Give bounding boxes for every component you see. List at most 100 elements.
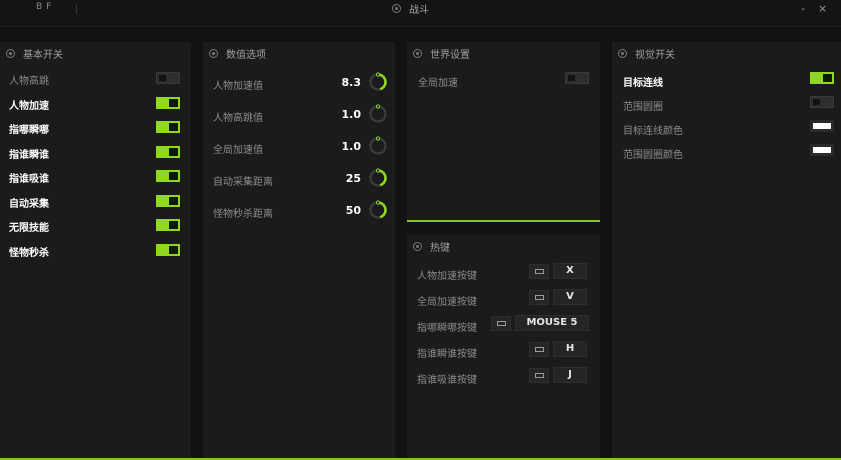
toggle-switch[interactable] (156, 145, 180, 158)
keyboard-icon[interactable] (529, 368, 549, 383)
visual-switches-panel: 视觉开关 目标连线范围圆圈目标连线颜色 范围圆圈颜色 (612, 42, 841, 460)
value-label: 全局加速值 (213, 145, 263, 156)
value-label: 人物高跳值 (213, 113, 263, 124)
value-label: 人物加速值 (213, 81, 263, 92)
visual-row[interactable]: 范围圆圈颜色 (612, 142, 841, 164)
knob-track (369, 105, 387, 123)
keyboard-glyph (534, 347, 544, 352)
knob-handle (375, 168, 381, 173)
hotkey-key-box[interactable]: H (553, 341, 587, 357)
value-options-panel: 数值选项 人物加速值 8.3 人物高跳值 1.0 全局加速值 1.0 自动采集距离 25 怪物秒… (203, 42, 395, 460)
switch-row[interactable]: 指哪瞬哪 (0, 117, 191, 139)
hotkey-row: 指谁瞬谁按键 H (407, 337, 600, 363)
panel-target-icon (413, 241, 422, 251)
visual-row[interactable]: 目标连线 (612, 70, 841, 92)
keyboard-glyph (534, 373, 544, 378)
panel-title: 基本开关 (23, 49, 63, 61)
value-row: 人物加速值 8.3 (203, 70, 395, 98)
keyboard-glyph (534, 269, 544, 274)
value-number: 8.3 (341, 76, 362, 89)
value-knob[interactable] (368, 104, 388, 124)
keyboard-icon[interactable] (529, 290, 549, 305)
minimize-button[interactable]: - (801, 2, 805, 15)
switch-row[interactable]: 指谁瞬谁 (0, 142, 191, 164)
panel-title: 视觉开关 (635, 49, 675, 61)
hotkey-label: 指谁瞬谁按键 (417, 349, 477, 360)
toggle-switch[interactable] (565, 72, 589, 84)
value-number: 1.0 (341, 140, 362, 153)
hotkey-label: 人物加速按键 (417, 271, 477, 282)
basic-switches-panel: 基本开关 人物高跳人物加速指哪瞬哪指谁瞬谁指谁吸谁自动采集无限技能怪物秒杀 (0, 42, 191, 460)
visual-label: 目标连线 (623, 78, 663, 89)
world-panel-accent-line (407, 220, 600, 222)
hotkey-row: 人物加速按键 X (407, 259, 600, 285)
switch-row[interactable]: 全局加速 (407, 70, 600, 92)
panel-header: 热键 (407, 235, 600, 257)
value-label: 怪物秒杀距离 (213, 209, 273, 220)
switch-row[interactable]: 人物高跳 (0, 68, 191, 90)
panel-header: 视觉开关 (612, 42, 841, 64)
color-swatch[interactable] (810, 120, 834, 132)
panel-target-icon (6, 48, 15, 58)
hotkey-key-box[interactable]: MOUSE 5 (515, 315, 589, 331)
window-title: 战斗 (409, 5, 429, 16)
value-knob[interactable] (368, 72, 388, 92)
toggle-switch[interactable] (156, 243, 180, 256)
visual-row[interactable]: 目标连线颜色 (612, 118, 841, 140)
hotkey-key-box[interactable]: V (553, 289, 587, 305)
panel-target-icon (209, 48, 218, 58)
switch-row[interactable]: 怪物秒杀 (0, 240, 191, 262)
value-knob[interactable] (368, 200, 388, 220)
value-row: 自动采集距离 25 (203, 166, 395, 194)
hotkey-label: 指哪瞬哪按键 (417, 323, 477, 334)
switch-label: 指谁吸谁 (9, 174, 49, 185)
switch-label: 怪物秒杀 (9, 247, 49, 259)
hotkey-label: 全局加速按键 (417, 297, 477, 308)
switch-row[interactable]: 无限技能 (0, 215, 191, 237)
panel-title: 热键 (430, 242, 450, 254)
switch-label: 人物加速 (9, 100, 49, 112)
hotkey-row: 全局加速按键 V (407, 285, 600, 311)
keyboard-icon[interactable] (529, 342, 549, 357)
toggle-switch[interactable] (810, 72, 834, 84)
panel-target-icon (413, 48, 422, 58)
keyboard-icon[interactable] (491, 316, 511, 331)
title-bar: BF 战斗 - × (0, 0, 841, 27)
switch-row[interactable]: 人物加速 (0, 93, 191, 115)
knob-handle (375, 200, 381, 205)
hotkey-row: 指哪瞬哪按键 MOUSE 5 (407, 311, 600, 337)
value-knob[interactable] (368, 136, 388, 156)
hotkey-row: 指谁吸谁按键 J (407, 363, 600, 389)
toggle-switch[interactable] (156, 219, 180, 231)
toggle-switch[interactable] (156, 194, 180, 207)
visual-row[interactable]: 范围圆圈 (612, 94, 841, 116)
world-settings-panel: 世界设置 全局加速 (407, 42, 600, 222)
switch-label: 指谁瞬谁 (9, 149, 49, 161)
toggle-switch[interactable] (810, 96, 834, 108)
close-button[interactable]: × (818, 2, 827, 15)
switch-row[interactable]: 指谁吸谁 (0, 166, 191, 188)
keyboard-glyph (496, 321, 506, 326)
switch-row[interactable]: 自动采集 (0, 191, 191, 213)
hotkey-label: 指谁吸谁按键 (417, 375, 477, 386)
toggle-switch[interactable] (156, 170, 180, 182)
keyboard-glyph (534, 295, 544, 300)
color-swatch[interactable] (810, 144, 834, 156)
value-knob[interactable] (368, 168, 388, 188)
hotkeys-panel: 热键 人物加速按键 X 全局加速按键 V 指哪瞬哪按键 MOUSE 5 指谁瞬谁按键 H 指谁吸… (407, 235, 600, 460)
keyboard-icon[interactable] (529, 264, 549, 279)
visual-label: 范围圆圈 (623, 102, 663, 113)
toggle-switch[interactable] (156, 72, 180, 84)
value-label: 自动采集距离 (213, 177, 273, 188)
hotkey-key-box[interactable]: X (553, 263, 587, 279)
hotkey-key-box[interactable]: J (553, 367, 587, 383)
switch-label: 自动采集 (9, 198, 49, 210)
toggle-switch[interactable] (156, 121, 180, 133)
panel-title: 世界设置 (430, 49, 470, 61)
value-number: 25 (345, 172, 361, 185)
panel-header: 基本开关 (0, 42, 191, 64)
title-divider (76, 4, 77, 14)
switch-label: 人物高跳 (9, 76, 49, 87)
toggle-switch[interactable] (156, 96, 180, 109)
app-initials: BF (36, 2, 56, 12)
